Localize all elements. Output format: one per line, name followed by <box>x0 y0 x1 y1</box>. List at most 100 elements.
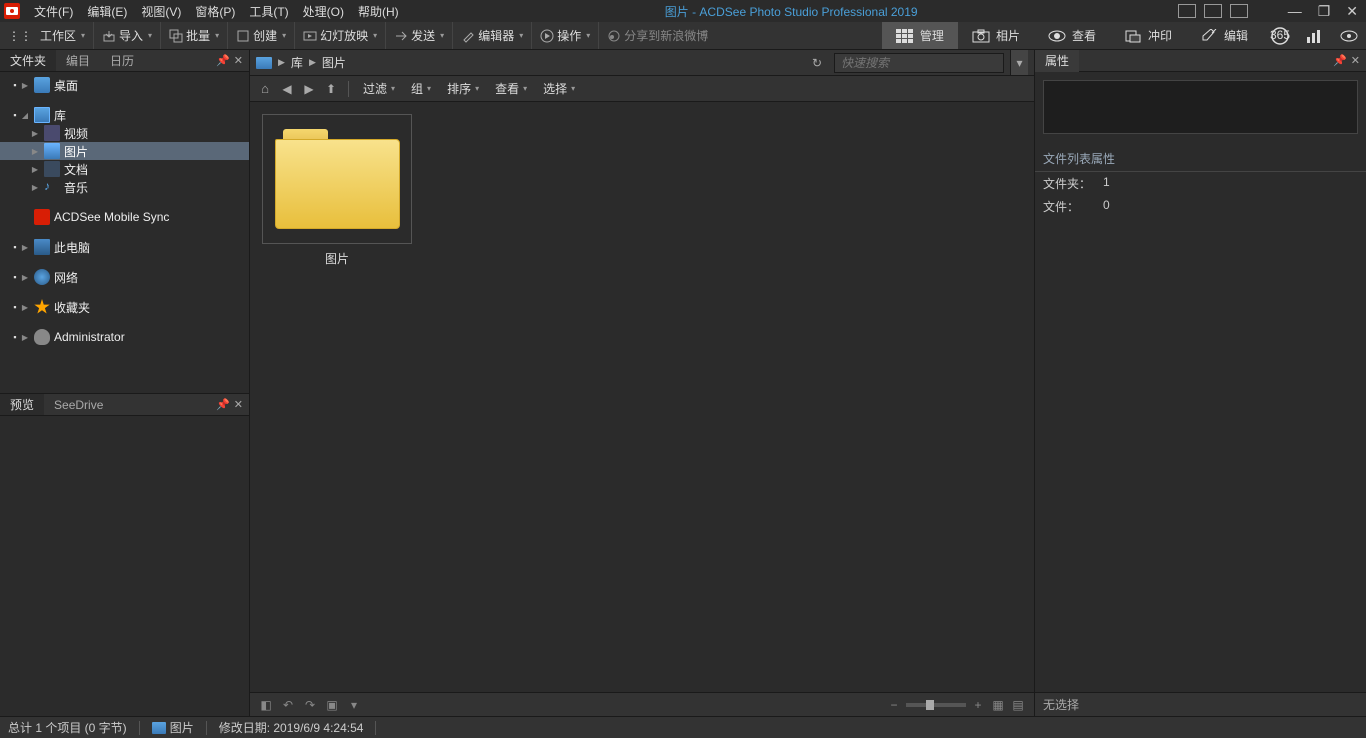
rotate-right-icon[interactable]: ↷ <box>302 697 318 713</box>
tree-desktop[interactable]: ▪ ▶ 桌面 <box>0 76 249 94</box>
minimize-icon[interactable]: — <box>1284 3 1306 19</box>
tag-icon[interactable]: ◧ <box>258 697 274 713</box>
mode-develop[interactable]: 冲印 <box>1110 22 1186 49</box>
view-thumb-icon[interactable]: ▦ <box>990 697 1006 713</box>
more-icon[interactable]: ▾ <box>346 697 362 713</box>
zoom-in-icon[interactable]: + <box>970 697 986 713</box>
action-button[interactable]: 操作▾ <box>536 25 594 46</box>
create-button[interactable]: 创建▾ <box>232 25 290 46</box>
tab-folders[interactable]: 文件夹 <box>0 50 56 71</box>
prop-row-files: 文件： 0 <box>1035 195 1366 218</box>
caret-icon[interactable]: ▶ <box>30 165 40 174</box>
zoom-out-icon[interactable]: − <box>886 697 902 713</box>
caret-icon[interactable]: ▶ <box>30 183 40 192</box>
select-button[interactable]: 选择▾ <box>537 78 581 99</box>
tree-documents[interactable]: ▶ 文档 <box>0 160 249 178</box>
tree-favorites[interactable]: ▪ ▶ 收藏夹 <box>0 298 249 316</box>
tree-network[interactable]: ▪ ▶ 网络 <box>0 268 249 286</box>
mode-view[interactable]: 查看 <box>1034 22 1110 49</box>
menu-view[interactable]: 视图(V) <box>135 1 187 22</box>
pin-icon[interactable]: 📌 <box>216 398 230 411</box>
mode-manage[interactable]: 管理 <box>882 22 958 49</box>
tab-catalog[interactable]: 编目 <box>56 50 100 71</box>
tree-this-pc[interactable]: ▪ ▶ 此电脑 <box>0 238 249 256</box>
caret-icon[interactable]: ▶ <box>30 129 40 138</box>
sort-button[interactable]: 排序▾ <box>441 78 485 99</box>
close-panel-icon[interactable]: ✕ <box>234 54 243 67</box>
workspace-button[interactable]: 工作区▾ <box>36 25 89 46</box>
search-dropdown[interactable]: ▾ <box>1010 50 1028 75</box>
zoom-slider[interactable] <box>906 703 966 707</box>
caret-icon[interactable]: ▶ <box>20 81 30 90</box>
menu-panes[interactable]: 窗格(P) <box>189 1 241 22</box>
breadcrumb-library[interactable]: 库 <box>291 54 303 71</box>
mode-dashboard-icon[interactable] <box>1298 22 1332 49</box>
tab-seedrive[interactable]: SeeDrive <box>44 394 113 415</box>
network-icon <box>34 269 50 285</box>
caret-icon[interactable]: ◢ <box>20 111 30 120</box>
tree-pictures[interactable]: ▶ 图片 <box>0 142 249 160</box>
pin-icon[interactable]: 📌 <box>1333 54 1347 67</box>
view-button[interactable]: 查看▾ <box>489 78 533 99</box>
tab-properties[interactable]: 属性 <box>1035 50 1079 72</box>
folder-thumbnail[interactable]: 图片 <box>262 114 412 273</box>
import-button[interactable]: 导入▾ <box>98 25 156 46</box>
share-weibo-button[interactable]: 分享到新浪微博 <box>603 25 712 46</box>
arrow-icon: ▪ <box>10 272 20 282</box>
pictures-icon <box>44 143 60 159</box>
menu-file[interactable]: 文件(F) <box>28 1 79 22</box>
mode-365-icon[interactable]: 365 <box>1262 22 1298 49</box>
mode-photo[interactable]: 相片 <box>958 22 1034 49</box>
mode-sync-icon[interactable] <box>1332 22 1366 49</box>
search-input[interactable] <box>835 56 1004 70</box>
group-button[interactable]: 组▾ <box>405 78 437 99</box>
close-icon[interactable]: ✕ <box>1342 3 1362 20</box>
tree-music[interactable]: ▶ ♪ 音乐 <box>0 178 249 196</box>
center-panel: ▶ 库 ▶ 图片 ↻ ▾ ⌂ ◀ ▶ ⬆ 过滤▾ 组▾ 排序▾ 查看▾ 选择▾ <box>250 50 1034 716</box>
right-panel: 属性 📌 ✕ 文件列表属性 文件夹： 1 文件： 0 无选择 <box>1034 50 1366 716</box>
window-title: 图片 - ACDSee Photo Studio Professional 20… <box>405 3 1178 20</box>
home-icon[interactable]: ⌂ <box>256 80 274 98</box>
pin-icon[interactable]: 📌 <box>216 54 230 67</box>
rotate-left-icon[interactable]: ↶ <box>280 697 296 713</box>
editor-button[interactable]: 编辑器▾ <box>457 25 527 46</box>
batch-button[interactable]: 批量▾ <box>165 25 223 46</box>
maximize-icon[interactable]: ❐ <box>1314 3 1335 20</box>
nav-forward-icon[interactable]: ▶ <box>300 80 318 98</box>
tree-administrator[interactable]: ▪ ▶ Administrator <box>0 328 249 346</box>
handle-icon[interactable]: ⋮⋮ <box>4 27 36 45</box>
close-panel-icon[interactable]: ✕ <box>234 398 243 411</box>
slideshow-button[interactable]: 幻灯放映▾ <box>299 25 381 46</box>
send-button[interactable]: 发送▾ <box>390 25 448 46</box>
menu-help[interactable]: 帮助(H) <box>352 1 405 22</box>
breadcrumb-pictures[interactable]: 图片 <box>322 54 346 71</box>
layout-2-icon[interactable] <box>1204 4 1222 18</box>
close-panel-icon[interactable]: ✕ <box>1351 54 1360 67</box>
tree-video[interactable]: ▶ 视频 <box>0 124 249 142</box>
title-bar: 文件(F) 编辑(E) 视图(V) 窗格(P) 工具(T) 处理(O) 帮助(H… <box>0 0 1366 22</box>
thumbnail-area[interactable]: 图片 <box>250 102 1034 692</box>
refresh-icon[interactable]: ↻ <box>806 56 828 70</box>
tab-preview[interactable]: 预览 <box>0 394 44 415</box>
caret-icon[interactable]: ▶ <box>20 303 30 312</box>
mode-edit[interactable]: 编辑 <box>1186 22 1262 49</box>
tree-mobile-sync[interactable]: ACDSee Mobile Sync <box>0 208 249 226</box>
view-detail-icon[interactable]: ▤ <box>1010 697 1026 713</box>
tab-calendar[interactable]: 日历 <box>100 50 144 71</box>
nav-up-icon[interactable]: ⬆ <box>322 80 340 98</box>
menu-edit[interactable]: 编辑(E) <box>81 1 133 22</box>
status-location: 图片 <box>152 719 194 736</box>
caret-icon[interactable]: ▶ <box>30 147 40 156</box>
caret-icon[interactable]: ▶ <box>20 273 30 282</box>
filter-button[interactable]: 过滤▾ <box>357 78 401 99</box>
layout-1-icon[interactable] <box>1178 4 1196 18</box>
menu-tools[interactable]: 工具(T) <box>243 1 294 22</box>
status-bar: 总计 1 个项目 (0 字节) 图片 修改日期: 2019/6/9 4:24:5… <box>0 716 1366 738</box>
layout-3-icon[interactable] <box>1230 4 1248 18</box>
tree-library[interactable]: ▪ ◢ 库 <box>0 106 249 124</box>
caret-icon[interactable]: ▶ <box>20 243 30 252</box>
menu-process[interactable]: 处理(O) <box>297 1 350 22</box>
caret-icon[interactable]: ▶ <box>20 333 30 342</box>
compare-icon[interactable]: ▣ <box>324 697 340 713</box>
nav-back-icon[interactable]: ◀ <box>278 80 296 98</box>
